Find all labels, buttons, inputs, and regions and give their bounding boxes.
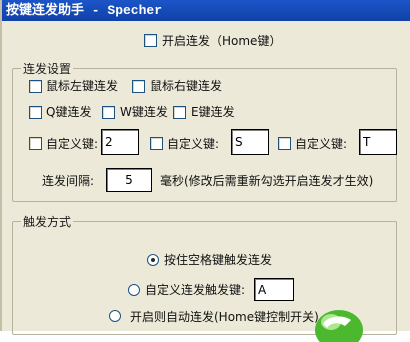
main-window: 按键连发助手 - Specher 开启连发（Home键） 连发设置 鼠标左键连发…	[0, 0, 410, 342]
window-title: 按键连发助手 - Specher	[6, 3, 163, 18]
w-key-label: W键连发	[120, 105, 168, 119]
settings-group-title: 连发设置	[21, 62, 74, 76]
custom-key-1-label: 自定义键:	[46, 137, 99, 151]
interval-input[interactable]	[106, 168, 152, 192]
mouse-right-checkbox[interactable]	[132, 80, 145, 93]
trigger-key-input[interactable]	[254, 278, 294, 301]
trigger-space-radio[interactable]	[147, 254, 159, 266]
trigger-custom-label: 自定义连发触发键:	[145, 283, 246, 297]
custom-key-2-checkbox[interactable]	[150, 137, 163, 150]
trigger-space-label: 按住空格键触发连发	[164, 253, 273, 267]
trigger-auto-radio[interactable]	[109, 310, 121, 322]
custom-key-3-label: 自定义键:	[295, 137, 348, 151]
custom-key-2-input[interactable]	[231, 129, 269, 155]
enable-repeat-label: 开启连发（Home键）	[162, 34, 282, 48]
custom-key-3-checkbox[interactable]	[278, 137, 291, 150]
interval-label: 连发间隔:	[42, 174, 95, 188]
mouse-left-label: 鼠标左键连发	[46, 79, 119, 93]
title-bar[interactable]: 按键连发助手 - Specher	[2, 0, 410, 21]
q-key-checkbox[interactable]	[29, 106, 42, 119]
trigger-custom-radio[interactable]	[128, 284, 140, 296]
q-key-label: Q键连发	[46, 105, 92, 119]
mouse-right-label: 鼠标右键连发	[150, 79, 223, 93]
custom-key-3-input[interactable]	[359, 129, 397, 155]
mouse-left-checkbox[interactable]	[29, 80, 42, 93]
enable-repeat-checkbox[interactable]	[144, 34, 157, 47]
e-key-checkbox[interactable]	[173, 106, 186, 119]
interval-note: 毫秒(修改后需重新勾选开启连发才生效)	[160, 174, 374, 188]
custom-key-2-label: 自定义键:	[167, 137, 220, 151]
custom-key-1-input[interactable]	[101, 129, 139, 155]
w-key-checkbox[interactable]	[102, 106, 115, 119]
trigger-group-title: 触发方式	[21, 215, 74, 229]
custom-key-1-checkbox[interactable]	[29, 137, 42, 150]
green-app-logo-icon	[315, 310, 363, 342]
e-key-label: E键连发	[191, 105, 235, 119]
trigger-auto-label: 开启则自动连发(Home键控制开关)	[130, 310, 319, 324]
